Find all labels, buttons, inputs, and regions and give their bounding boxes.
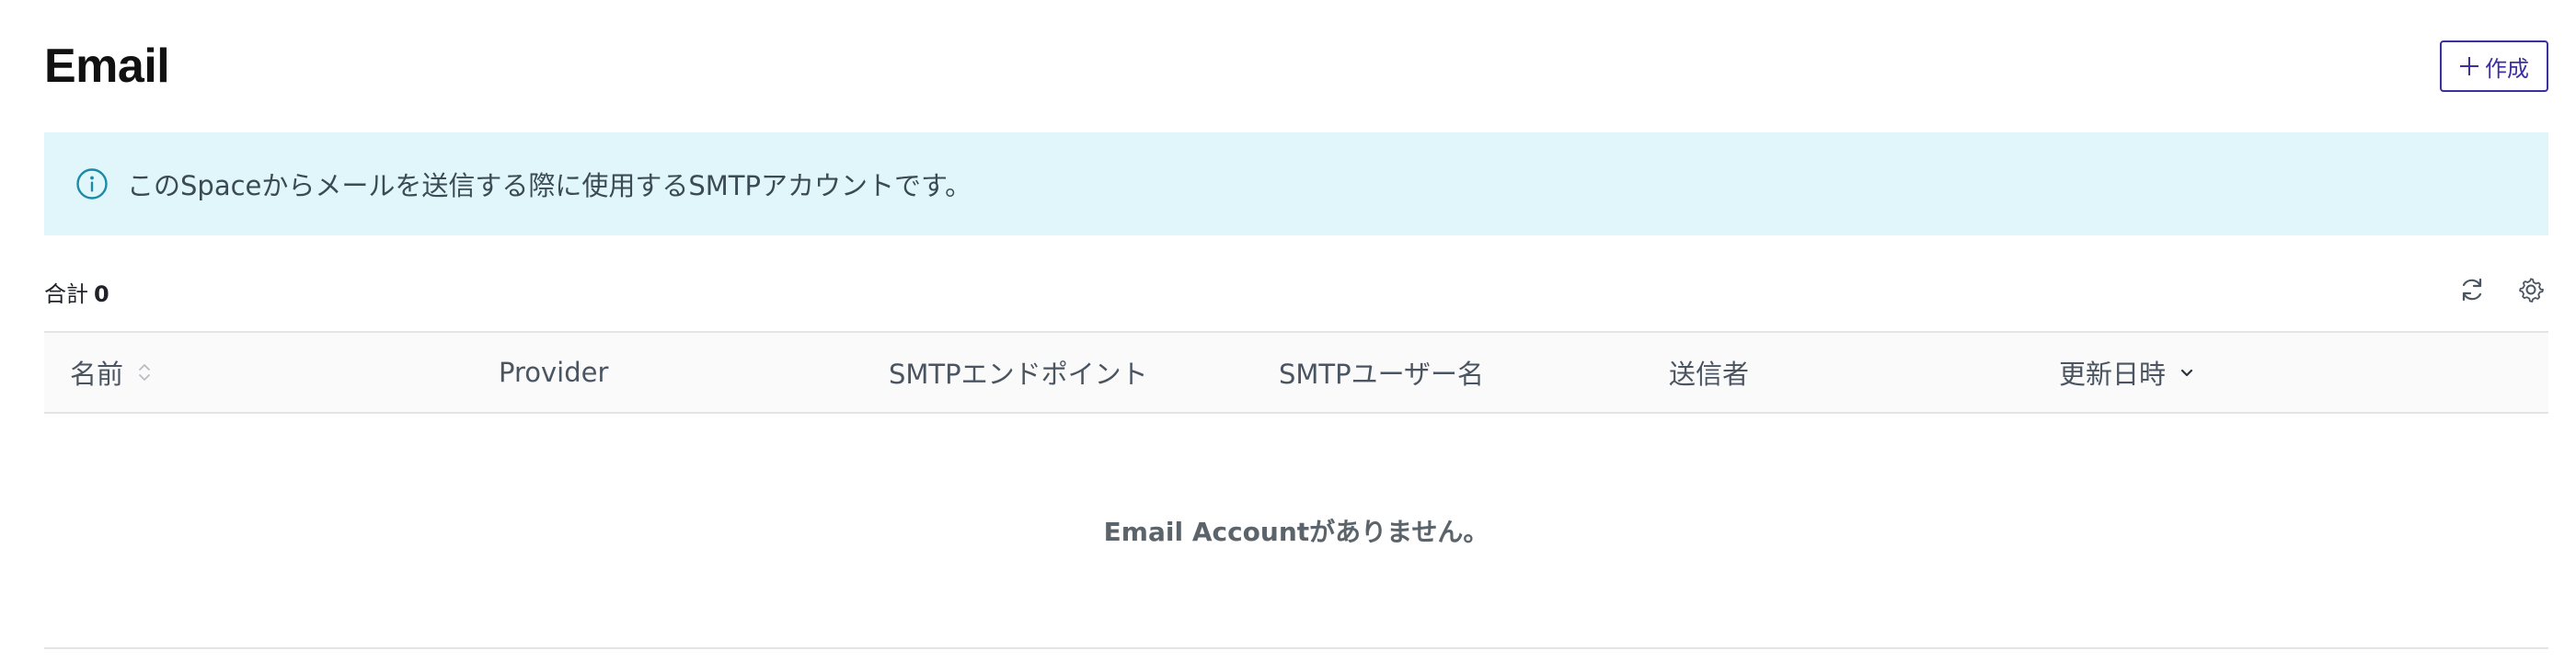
column-header-smtp-endpoint: SMTPエンドポイント [889, 333, 1148, 412]
create-button[interactable]: 作成 [2440, 40, 2548, 92]
email-accounts-table: 名前 Provider SMTPエンドポイント SMTPユーザー名 送信者 更新… [44, 331, 2548, 649]
total-count-label: 合計 [44, 281, 88, 307]
column-header-name-label: 名前 [70, 359, 124, 390]
plus-icon [2459, 56, 2479, 76]
info-banner: このSpaceからメールを送信する際に使用するSMTPアカウントです。 [44, 132, 2548, 235]
page-header: Email 作成 [44, 33, 2548, 97]
column-header-updated-at[interactable]: 更新日時 [2059, 333, 2195, 412]
sort-unsorted-icon [139, 364, 150, 381]
settings-button[interactable] [2513, 272, 2548, 307]
empty-state-message: Email Accountがありません。 [1103, 517, 1489, 547]
column-header-smtp-username: SMTPユーザー名 [1279, 333, 1484, 412]
column-header-sender-label: 送信者 [1669, 359, 1750, 390]
page-title: Email [44, 40, 170, 93]
sort-descending-icon [2180, 369, 2193, 377]
column-header-updated-at-label: 更新日時 [2059, 359, 2167, 390]
info-circle-icon [76, 168, 108, 200]
total-count-value: 0 [94, 281, 109, 307]
column-header-sender: 送信者 [1669, 333, 1749, 412]
table-header: 名前 Provider SMTPエンドポイント SMTPユーザー名 送信者 更新… [44, 331, 2548, 414]
column-header-smtp-username-label: SMTPユーザー名 [1279, 359, 1485, 390]
info-banner-text: このSpaceからメールを送信する際に使用するSMTPアカウントです。 [127, 170, 972, 201]
column-header-provider: Provider [499, 333, 608, 412]
column-header-provider-label: Provider [499, 357, 609, 388]
total-count: 合計 0 [44, 276, 109, 308]
settings-gear-icon [2519, 278, 2544, 302]
refresh-button[interactable] [2455, 272, 2490, 307]
refresh-icon [2462, 278, 2482, 302]
column-header-name[interactable]: 名前 [70, 333, 153, 412]
create-button-label: 作成 [2485, 56, 2529, 82]
column-header-smtp-endpoint-label: SMTPエンドポイント [889, 359, 1148, 390]
table-toolbar [2455, 272, 2548, 307]
empty-state: Email Accountがありません。 [44, 414, 2548, 649]
